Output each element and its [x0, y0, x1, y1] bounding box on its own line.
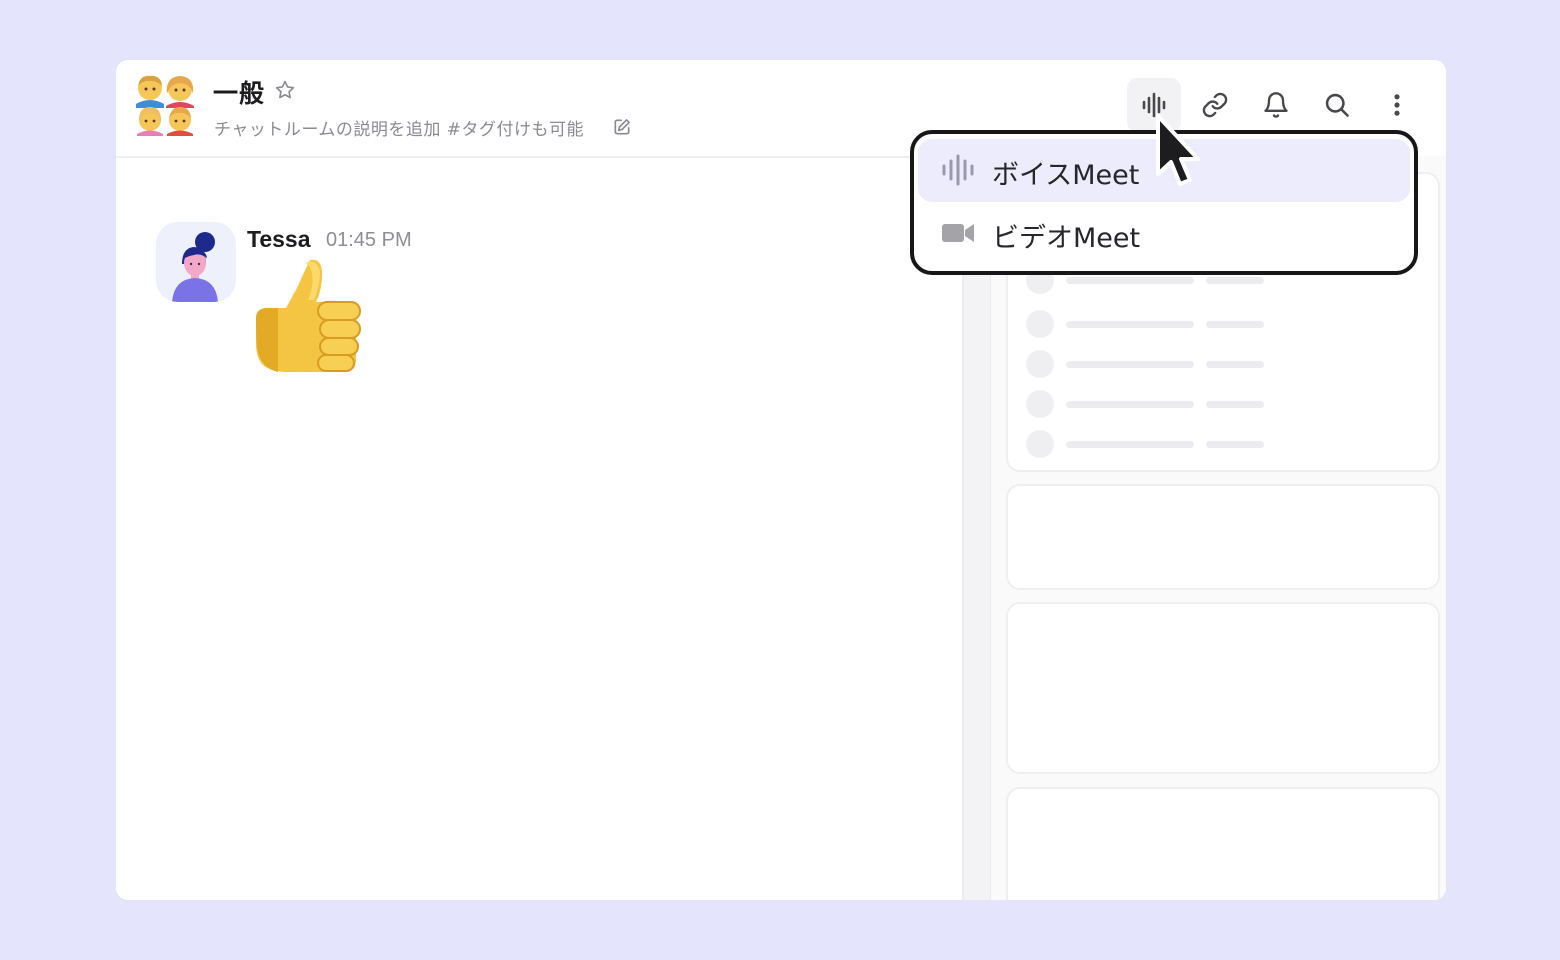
more-options-button[interactable] [1370, 78, 1424, 132]
more-vertical-icon [1394, 94, 1400, 116]
menu-item-video-meet[interactable]: ビデオMeet [918, 202, 1410, 265]
skeleton-row [1026, 430, 1286, 458]
family-emoji-icon [134, 74, 198, 136]
skeleton-row [1026, 390, 1286, 418]
skeleton-card [1006, 602, 1440, 774]
bell-icon [1264, 92, 1288, 118]
message-sender[interactable]: Tessa [247, 226, 311, 253]
audio-wave-icon [942, 154, 974, 186]
avatar[interactable] [156, 222, 236, 302]
message-time: 01:45 PM [326, 229, 412, 251]
skeleton-card [1006, 787, 1440, 900]
skeleton-row [1026, 310, 1286, 338]
thumbs-up-emoji-icon [256, 259, 361, 372]
menu-item-label: ビデオMeet [992, 223, 1141, 254]
notification-button[interactable] [1249, 78, 1303, 132]
search-icon [1325, 93, 1349, 117]
skeleton-card [1006, 484, 1440, 590]
edit-icon[interactable] [612, 117, 632, 137]
search-button[interactable] [1310, 78, 1364, 132]
skeleton-row [1026, 350, 1286, 378]
room-title: 一般 [213, 79, 266, 108]
video-camera-icon [942, 224, 974, 242]
room-description[interactable]: チャットルームの説明を追加 #タグ付けも可能 [214, 115, 584, 140]
star-icon[interactable] [274, 79, 296, 101]
mouse-cursor-icon [1156, 114, 1200, 186]
menu-item-label: ボイスMeet [992, 160, 1140, 191]
